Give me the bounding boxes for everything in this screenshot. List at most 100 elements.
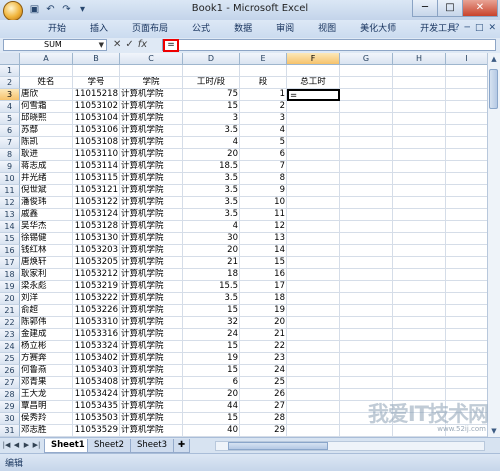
cell-i[interactable] <box>446 221 488 233</box>
cell-d[interactable]: 3.5 <box>183 125 240 137</box>
cell-f[interactable] <box>287 425 340 437</box>
cell-a[interactable]: 潘俊玮 <box>20 197 73 209</box>
cell-d[interactable]: 20 <box>183 149 240 161</box>
cell-g[interactable] <box>340 245 393 257</box>
cell-d[interactable]: 75 <box>183 89 240 101</box>
cell-d[interactable]: 3.5 <box>183 197 240 209</box>
row-header[interactable]: 21 <box>0 305 20 317</box>
close-button[interactable]: ✕ <box>462 0 498 17</box>
cell-a[interactable]: 吴华杰 <box>20 221 73 233</box>
cell-g[interactable] <box>340 65 393 77</box>
maximize-button[interactable]: □ <box>437 0 463 17</box>
cell-g[interactable] <box>340 113 393 125</box>
row-header[interactable]: 27 <box>0 377 20 389</box>
cell-d[interactable]: 15 <box>183 101 240 113</box>
cell-d[interactable]: 20 <box>183 389 240 401</box>
active-cell[interactable]: = <box>287 89 340 101</box>
cell-d[interactable] <box>183 65 240 77</box>
cell-a[interactable]: 姓名 <box>20 77 73 89</box>
last-sheet-icon[interactable]: ▶| <box>32 440 41 451</box>
cell-c[interactable]: 计算机学院 <box>120 341 183 353</box>
cell-f[interactable] <box>287 281 340 293</box>
row-header[interactable]: 9 <box>0 161 20 173</box>
cell-b[interactable]: 11015218 <box>73 89 120 101</box>
prev-sheet-icon[interactable]: ◀ <box>12 440 21 451</box>
cell-h[interactable] <box>393 245 446 257</box>
cell-d[interactable]: 40 <box>183 425 240 437</box>
cell-b[interactable]: 学号 <box>73 77 120 89</box>
cell-i[interactable] <box>446 197 488 209</box>
row-header[interactable]: 7 <box>0 137 20 149</box>
cell-a[interactable]: 金建成 <box>20 329 73 341</box>
row-header[interactable]: 31 <box>0 425 20 437</box>
row-header[interactable]: 17 <box>0 257 20 269</box>
cell-c[interactable]: 计算机学院 <box>120 317 183 329</box>
cell-b[interactable]: 11053102 <box>73 101 120 113</box>
cell-b[interactable]: 11053403 <box>73 365 120 377</box>
cell-c[interactable]: 计算机学院 <box>120 365 183 377</box>
cell-e[interactable]: 8 <box>240 173 287 185</box>
cell-e[interactable]: 28 <box>240 413 287 425</box>
cell-f[interactable] <box>287 413 340 425</box>
cell-e[interactable]: 19 <box>240 305 287 317</box>
cell-f[interactable] <box>287 113 340 125</box>
cell-d[interactable]: 15.5 <box>183 281 240 293</box>
cell-a[interactable]: 陈郭伟 <box>20 317 73 329</box>
cell-d[interactable]: 30 <box>183 233 240 245</box>
cell-d[interactable]: 15 <box>183 365 240 377</box>
column-header-c[interactable]: C <box>120 53 183 65</box>
cell-c[interactable]: 计算机学院 <box>120 377 183 389</box>
cell-b[interactable]: 11053222 <box>73 293 120 305</box>
cell-i[interactable] <box>446 77 488 89</box>
cell-h[interactable] <box>393 125 446 137</box>
cell-a[interactable]: 耿进 <box>20 149 73 161</box>
horizontal-scroll-thumb[interactable] <box>228 442 328 450</box>
cell-g[interactable] <box>340 197 393 209</box>
cell-d[interactable]: 44 <box>183 401 240 413</box>
cell-f[interactable] <box>287 353 340 365</box>
row-header[interactable]: 20 <box>0 293 20 305</box>
cell-b[interactable]: 11053219 <box>73 281 120 293</box>
cell-e[interactable] <box>240 65 287 77</box>
cell-i[interactable] <box>446 125 488 137</box>
cell-e[interactable]: 14 <box>240 245 287 257</box>
cell-a[interactable]: 邓青果 <box>20 377 73 389</box>
column-header-e[interactable]: E <box>240 53 287 65</box>
cell-b[interactable]: 11053124 <box>73 209 120 221</box>
first-sheet-icon[interactable]: |◀ <box>2 440 11 451</box>
cell-e[interactable]: 13 <box>240 233 287 245</box>
cell-f[interactable] <box>287 137 340 149</box>
workbook-restore-icon[interactable]: □ <box>475 23 484 33</box>
cell-i[interactable] <box>446 137 488 149</box>
cell-b[interactable]: 11053121 <box>73 185 120 197</box>
cell-e[interactable]: 20 <box>240 317 287 329</box>
tab-view[interactable]: 视图 <box>306 23 348 36</box>
cell-a[interactable]: 覃昌明 <box>20 401 73 413</box>
cell-h[interactable] <box>393 341 446 353</box>
cell-h[interactable] <box>393 377 446 389</box>
cell-h[interactable] <box>393 233 446 245</box>
cell-d[interactable]: 6 <box>183 377 240 389</box>
minimize-button[interactable]: ─ <box>412 0 438 17</box>
cell-f[interactable] <box>287 209 340 221</box>
cell-f[interactable] <box>287 257 340 269</box>
cell-e[interactable]: 23 <box>240 353 287 365</box>
cell-i[interactable] <box>446 113 488 125</box>
cell-g[interactable] <box>340 77 393 89</box>
sheet-tab-1[interactable]: Sheet1 <box>44 439 92 453</box>
row-header[interactable]: 4 <box>0 101 20 113</box>
cell-b[interactable]: 11053122 <box>73 197 120 209</box>
cell-f[interactable] <box>287 305 340 317</box>
cell-f[interactable] <box>287 293 340 305</box>
cell-e[interactable]: 29 <box>240 425 287 437</box>
row-header[interactable]: 1 <box>0 65 20 77</box>
cell-e[interactable]: 11 <box>240 209 287 221</box>
cell-h[interactable] <box>393 209 446 221</box>
cell-g[interactable] <box>340 209 393 221</box>
cell-c[interactable]: 计算机学院 <box>120 293 183 305</box>
cell-g[interactable] <box>340 149 393 161</box>
enter-icon[interactable]: ✓ <box>125 39 133 51</box>
cell-f[interactable] <box>287 317 340 329</box>
cell-i[interactable] <box>446 269 488 281</box>
cell-e[interactable]: 25 <box>240 377 287 389</box>
